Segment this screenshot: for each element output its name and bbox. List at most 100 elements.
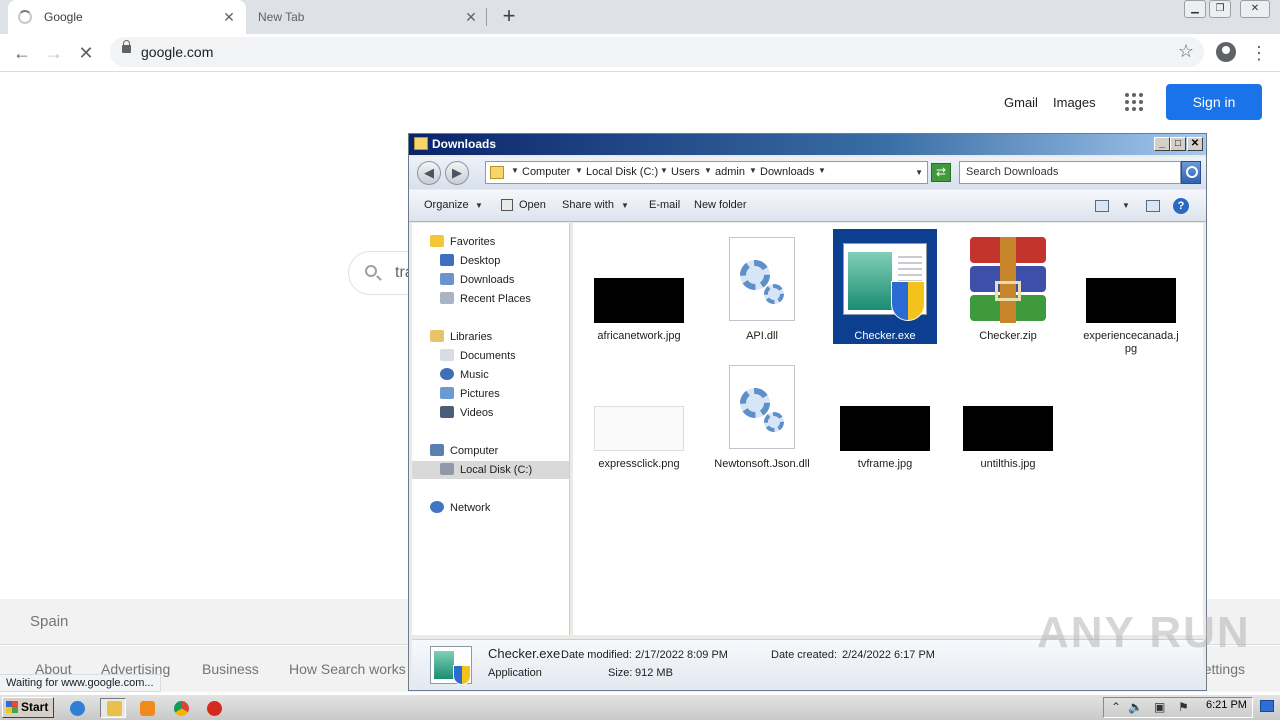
footer-link-business[interactable]: Business	[202, 661, 259, 677]
new-folder-button[interactable]: New folder	[694, 199, 747, 211]
media-player-taskbar-icon[interactable]	[133, 698, 159, 718]
nav-computer[interactable]: Computer	[430, 442, 498, 460]
nav-downloads[interactable]: Downloads	[440, 271, 514, 289]
file-item[interactable]: experiencecanada.jpg	[1079, 229, 1183, 357]
file-item[interactable]: untilthis.jpg	[956, 357, 1060, 472]
email-button[interactable]: E-mail	[649, 199, 680, 211]
open-button[interactable]: Open	[519, 199, 546, 211]
file-item[interactable]: expressclick.png	[587, 357, 691, 472]
breadcrumb[interactable]: ▼ Computer ▼ Local Disk (C:) ▼ Users ▼ a…	[485, 161, 928, 184]
file-item[interactable]: Newtonsoft.Json.dll	[710, 357, 814, 472]
search-icon[interactable]	[1181, 161, 1201, 184]
chevron-down-icon[interactable]: ▼	[704, 166, 712, 175]
breadcrumb-downloads[interactable]: Downloads	[760, 166, 814, 178]
close-tab-icon[interactable]: ✕	[220, 8, 238, 26]
file-pane: africanetwork.jpg API.dll Checker.exe Ch…	[573, 223, 1203, 635]
start-button[interactable]: Start	[2, 697, 54, 718]
google-apps-icon[interactable]	[1125, 93, 1143, 111]
chevron-down-icon[interactable]: ▼	[818, 166, 826, 175]
chevron-down-icon[interactable]: ▼	[660, 166, 668, 175]
chevron-down-icon[interactable]: ▼	[749, 166, 757, 175]
nav-network[interactable]: Network	[430, 499, 490, 517]
profile-avatar-icon[interactable]	[1216, 42, 1236, 62]
gmail-link[interactable]: Gmail	[1004, 95, 1038, 110]
chevron-down-icon[interactable]: ▼	[575, 166, 583, 175]
tab-strip: Google ✕ New Tab ✕ + ▁ ❐ ✕	[0, 0, 1280, 34]
file-item[interactable]: Checker.exe	[833, 229, 937, 344]
new-tab-button[interactable]: +	[498, 5, 520, 27]
address-bar[interactable]: google.com ☆	[110, 37, 1204, 67]
file-item[interactable]: API.dll	[710, 229, 814, 344]
explorer-forward-icon[interactable]: ▶	[445, 161, 469, 185]
nav-pictures[interactable]: Pictures	[440, 385, 500, 403]
breadcrumb-admin[interactable]: admin	[715, 166, 745, 178]
explorer-maximize-button[interactable]: □	[1170, 137, 1186, 151]
chevron-up-icon[interactable]: ⌃	[1111, 700, 1121, 714]
folder-icon	[490, 166, 504, 179]
nav-documents[interactable]: Documents	[440, 347, 516, 365]
refresh-icon[interactable]: ⇄	[931, 163, 951, 182]
speaker-icon[interactable]: 🔈	[1128, 700, 1143, 714]
breadcrumb-computer[interactable]: Computer	[522, 166, 570, 178]
explorer-back-icon[interactable]: ◀	[417, 161, 441, 185]
file-thumbnail	[710, 357, 814, 457]
network-status-icon[interactable]: ▣	[1154, 700, 1165, 714]
stop-loading-icon[interactable]: ✕	[74, 41, 98, 65]
show-desktop-icon[interactable]	[1260, 700, 1274, 712]
taskbar-clock[interactable]: 6:21 PM	[1206, 699, 1247, 711]
images-link[interactable]: Images	[1053, 95, 1096, 110]
footer-link-how-search-works[interactable]: How Search works	[289, 661, 406, 677]
preview-pane-icon[interactable]	[1146, 200, 1160, 212]
nav-videos[interactable]: Videos	[440, 404, 493, 422]
nav-local-disk[interactable]: Local Disk (C:)	[412, 461, 569, 479]
search-downloads-input[interactable]: Search Downloads	[959, 161, 1181, 184]
explorer-taskbar-icon[interactable]	[100, 698, 126, 718]
explorer-titlebar[interactable]: Downloads _ □ ✕	[409, 134, 1206, 155]
tab-new-tab[interactable]: New Tab ✕	[248, 0, 488, 34]
details-size-label: Size:	[608, 667, 633, 679]
share-with-button[interactable]: Share with	[562, 199, 614, 211]
image-thumbnail	[594, 278, 684, 323]
close-tab-icon[interactable]: ✕	[462, 8, 480, 26]
window-title: Downloads	[432, 137, 497, 151]
warning-taskbar-icon[interactable]	[200, 698, 226, 718]
chevron-down-icon[interactable]: ▼	[511, 166, 519, 175]
nav-libraries[interactable]: Libraries	[430, 328, 492, 346]
chrome-taskbar-icon[interactable]	[167, 698, 193, 718]
file-item[interactable]: africanetwork.jpg	[587, 229, 691, 344]
help-icon[interactable]: ?	[1173, 198, 1189, 214]
close-window-button[interactable]: ✕	[1240, 0, 1270, 18]
breadcrumb-users[interactable]: Users	[671, 166, 700, 178]
search-icon	[365, 265, 377, 277]
action-center-flag-icon[interactable]: ⚑	[1178, 700, 1189, 714]
nav-favorites[interactable]: Favorites	[430, 233, 495, 251]
change-view-icon[interactable]	[1095, 200, 1109, 212]
nav-music[interactable]: Music	[440, 366, 489, 384]
sign-in-button[interactable]: Sign in	[1166, 84, 1262, 120]
breadcrumb-local-disk[interactable]: Local Disk (C:)	[586, 166, 658, 178]
explorer-minimize-button[interactable]: _	[1154, 137, 1170, 151]
file-item[interactable]: tvframe.jpg	[833, 357, 937, 472]
address-history-dropdown-icon[interactable]: ▼	[915, 168, 923, 177]
music-icon	[440, 368, 454, 380]
bookmark-star-icon[interactable]: ☆	[1178, 41, 1194, 62]
uac-shield-icon	[891, 281, 925, 321]
file-name: africanetwork.jpg	[597, 330, 681, 342]
image-thumbnail	[1086, 278, 1176, 323]
internet-explorer-taskbar-icon[interactable]	[63, 698, 89, 718]
file-name: untilthis.jpg	[980, 458, 1036, 470]
file-item[interactable]: Checker.zip	[956, 229, 1060, 344]
tab-google[interactable]: Google ✕	[8, 0, 246, 34]
chevron-down-icon[interactable]: ▼	[1122, 201, 1130, 210]
organize-button[interactable]: Organize	[424, 199, 469, 211]
minimize-button[interactable]: ▁	[1184, 0, 1206, 18]
forward-arrow-icon[interactable]: →	[42, 41, 66, 65]
menu-kebab-icon[interactable]: ⋮	[1250, 41, 1268, 65]
restore-button[interactable]: ❐	[1209, 0, 1231, 18]
back-arrow-icon[interactable]: ←	[10, 41, 34, 65]
recent-places-icon	[440, 292, 454, 304]
details-size: 912 MB	[635, 667, 673, 679]
nav-recent-places[interactable]: Recent Places	[440, 290, 531, 308]
nav-desktop[interactable]: Desktop	[440, 252, 500, 270]
explorer-close-button[interactable]: ✕	[1187, 137, 1203, 151]
